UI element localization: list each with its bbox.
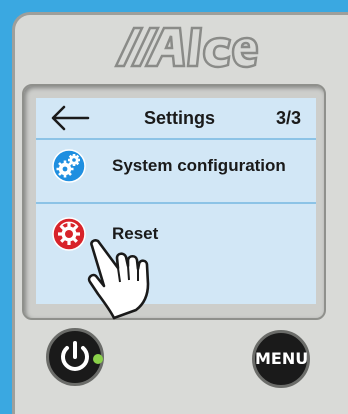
menu-item-label: System configuration [112,156,286,175]
alde-logo [114,26,259,69]
menu-item-reset[interactable]: Reset [36,208,316,260]
display-screen: Settings 3/3 System configuration Reset [36,98,316,304]
page-indicator: 3/3 [276,108,302,128]
screen-title: Settings [144,108,216,128]
divider [36,202,316,204]
reset-gear-icon [52,217,86,251]
menu-button-label: MENU [255,349,309,368]
power-led-indicator [93,354,103,364]
arrow-left-icon[interactable] [50,105,90,131]
menu-item-system-configuration[interactable]: System configuration [36,140,316,192]
gears-icon [52,149,86,183]
pointing-hand-icon [87,239,150,320]
screen-header: Settings 3/3 [36,98,316,138]
menu-button[interactable]: MENU [252,330,310,388]
